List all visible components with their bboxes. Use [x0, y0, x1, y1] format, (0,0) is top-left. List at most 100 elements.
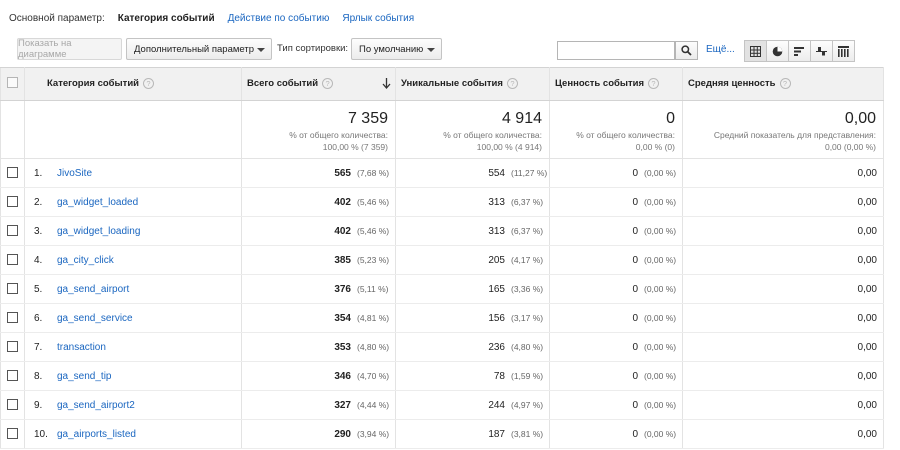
help-icon[interactable]: ?	[322, 78, 334, 90]
header-select-all[interactable]	[0, 67, 25, 101]
event-value-percent: (0,00 %)	[644, 254, 677, 265]
search-button[interactable]	[675, 41, 698, 60]
row-select-cell	[0, 245, 25, 275]
secondary-dimension-dropdown[interactable]: Дополнительный параметр	[126, 38, 272, 60]
avg-value-value: 0,00	[857, 196, 877, 208]
select-all-checkbox[interactable]	[7, 77, 18, 88]
pivot-view-button[interactable]	[832, 40, 855, 62]
pie-view-icon	[772, 46, 783, 56]
summary-percent: 0,00 % (0)	[635, 142, 675, 152]
advanced-filter-link[interactable]: Ещё...	[706, 44, 735, 55]
event-value-value: 0	[632, 428, 638, 440]
row-checkbox[interactable]	[7, 399, 18, 411]
row-select-cell	[0, 187, 25, 217]
unique-events-value: 187	[488, 428, 505, 440]
performance-view-button[interactable]	[788, 40, 811, 62]
dimension-event-action-link[interactable]: Действие по событию	[228, 13, 330, 24]
category-link[interactable]: transaction	[57, 342, 106, 353]
unique-events-percent: (11,27 %)	[511, 167, 548, 178]
event-value-value: 0	[632, 283, 638, 295]
help-icon[interactable]: ?	[506, 78, 518, 90]
row-checkbox[interactable]	[7, 283, 18, 295]
event-value-cell: 0 (0,00 %)	[549, 419, 683, 449]
sort-descending-icon	[382, 78, 391, 89]
total-events-value: 385	[334, 254, 351, 266]
row-checkbox[interactable]	[7, 341, 18, 353]
category-link[interactable]: ga_send_service	[57, 313, 133, 324]
row-select-cell	[0, 419, 25, 449]
avg-value-value: 0,00	[857, 341, 877, 353]
avg-value-value: 0,00	[857, 225, 877, 237]
header-avg-value[interactable]: Средняя ценность?	[682, 67, 884, 101]
unique-events-percent: (4,97 %)	[511, 399, 544, 410]
total-events-percent: (4,70 %)	[357, 370, 390, 381]
row-checkbox[interactable]	[7, 225, 18, 237]
row-checkbox[interactable]	[7, 370, 18, 382]
total-events-cell: 565 (7,68 %)	[241, 158, 396, 188]
row-checkbox[interactable]	[7, 312, 18, 324]
help-icon[interactable]: ?	[648, 78, 660, 90]
category-cell: 8. ga_send_tip	[24, 361, 242, 391]
category-link[interactable]: ga_send_tip	[57, 371, 112, 382]
sort-type-value: По умолчанию	[359, 43, 424, 55]
category-link[interactable]: ga_widget_loaded	[57, 197, 138, 208]
pie-view-button[interactable]	[766, 40, 789, 62]
event-value-percent: (0,00 %)	[644, 428, 677, 439]
row-select-cell	[0, 390, 25, 420]
performance-view-icon	[794, 46, 804, 56]
vertical-scrollbar[interactable]	[883, 0, 900, 450]
header-event-category[interactable]: Категория событий?	[24, 67, 242, 101]
comparison-view-button[interactable]	[810, 40, 833, 62]
summary-caption: % от общего количества:	[289, 130, 388, 140]
header-total-events[interactable]: Всего событий?	[241, 67, 396, 101]
category-link[interactable]: ga_send_airport	[57, 284, 129, 295]
category-link[interactable]: ga_widget_loading	[57, 226, 140, 237]
help-icon[interactable]: ?	[779, 78, 791, 90]
category-link[interactable]: ga_send_airport2	[57, 400, 135, 411]
summary-value: 0,00	[844, 110, 876, 127]
dimension-event-label-link[interactable]: Ярлык события	[342, 13, 414, 24]
unique-events-cell: 187 (3,81 %)	[395, 419, 550, 449]
category-link[interactable]: ga_airports_listed	[57, 429, 136, 440]
row-index: 7.	[34, 341, 43, 353]
row-index: 6.	[34, 312, 43, 324]
row-checkbox[interactable]	[7, 167, 18, 179]
row-checkbox[interactable]	[7, 254, 18, 266]
total-events-percent: (7,68 %)	[357, 167, 390, 178]
summary-caption: Средний показатель для представления:	[713, 130, 876, 140]
header-event-value[interactable]: Ценность события?	[549, 67, 683, 101]
unique-events-cell: 313 (6,37 %)	[395, 187, 550, 217]
help-icon[interactable]: ?	[143, 78, 154, 90]
unique-events-value: 165	[488, 283, 505, 295]
unique-events-value: 313	[488, 225, 505, 237]
category-cell: 9. ga_send_airport2	[24, 390, 242, 420]
events-table: Категория событий? Всего событий? Уникал…	[0, 67, 884, 449]
plot-rows-button[interactable]: Показать на диаграмме	[17, 38, 122, 60]
table-row: 8. ga_send_tip 346 (4,70 %) 78 (1,59 %) 0 (0,00…	[0, 361, 884, 391]
table-search-input[interactable]	[557, 41, 675, 60]
summary-caption: % от общего количества:	[443, 130, 542, 140]
category-link[interactable]: JivoSite	[57, 168, 92, 179]
row-select-cell	[0, 361, 25, 391]
unique-events-percent: (3,81 %)	[511, 428, 544, 439]
summary-value-col: 0 % от общего количества: 0,00 % (0)	[549, 100, 683, 159]
sort-type-dropdown[interactable]: По умолчанию	[351, 38, 442, 60]
total-events-cell: 354 (4,81 %)	[241, 303, 396, 333]
row-checkbox[interactable]	[7, 428, 18, 440]
event-value-value: 0	[632, 167, 638, 179]
table-view-button[interactable]	[744, 40, 767, 62]
event-value-percent: (0,00 %)	[644, 167, 677, 178]
unique-events-cell: 244 (4,97 %)	[395, 390, 550, 420]
event-value-cell: 0 (0,00 %)	[549, 303, 683, 333]
summary-caption: % от общего количества:	[576, 130, 675, 140]
total-events-cell: 402 (5,46 %)	[241, 187, 396, 217]
unique-events-percent: (3,17 %)	[511, 312, 544, 323]
category-link[interactable]: ga_city_click	[57, 255, 114, 266]
row-checkbox[interactable]	[7, 196, 18, 208]
unique-events-cell: 313 (6,37 %)	[395, 216, 550, 246]
row-index: 8.	[34, 370, 43, 382]
event-value-percent: (0,00 %)	[644, 399, 677, 410]
header-unique-events[interactable]: Уникальные события?	[395, 67, 550, 101]
summary-empty	[24, 100, 242, 159]
unique-events-percent: (6,37 %)	[511, 225, 544, 236]
